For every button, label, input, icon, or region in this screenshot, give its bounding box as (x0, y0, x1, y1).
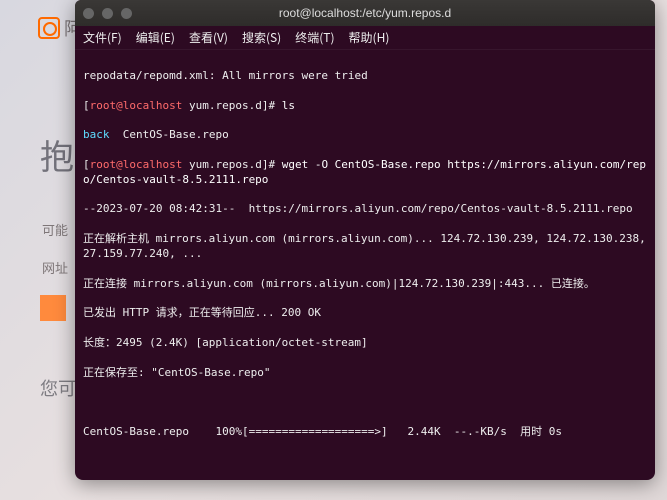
term-blank2 (83, 455, 647, 470)
titlebar[interactable]: root@localhost:/etc/yum.repos.d (75, 0, 655, 26)
term-prompt-ls: [root@localhost yum.repos.d]# ls (83, 99, 647, 114)
term-prompt-wget: [root@localhost yum.repos.d]# wget -O Ce… (83, 158, 647, 188)
term-connecting: 正在连接 mirrors.aliyun.com (mirrors.aliyun.… (83, 277, 647, 292)
menu-file[interactable]: 文件(F) (83, 29, 122, 46)
menu-edit[interactable]: 编辑(E) (136, 29, 175, 46)
bg-you-can: 您可 (40, 375, 76, 401)
term-request: 已发出 HTTP 请求，正在等待回应... 200 OK (83, 306, 647, 321)
term-line-repodata: repodata/repomd.xml: All mirrors were tr… (83, 69, 647, 84)
term-resolving: 正在解析主机 mirrors.aliyun.com (mirrors.aliyu… (83, 232, 647, 262)
terminal-window: root@localhost:/etc/yum.repos.d 文件(F) 编辑… (75, 0, 655, 480)
menu-terminal[interactable]: 终端(T) (295, 29, 334, 46)
menubar: 文件(F) 编辑(E) 查看(V) 搜索(S) 终端(T) 帮助(H) (75, 26, 655, 50)
close-icon[interactable] (83, 8, 94, 19)
term-saving: 正在保存至: "CentOS-Base.repo" (83, 366, 647, 381)
bg-label-maybe: 可能 (42, 220, 68, 239)
term-blank1 (83, 395, 647, 410)
window-title: root@localhost:/etc/yum.repos.d (279, 6, 451, 20)
bg-big-char: 抱 (40, 130, 74, 179)
menu-search[interactable]: 搜索(S) (242, 29, 281, 46)
term-ls-output: back CentOS-Base.repo (83, 128, 647, 143)
terminal-body[interactable]: repodata/repomd.xml: All mirrors were tr… (75, 50, 655, 480)
term-wget-ts: --2023-07-20 08:42:31-- https://mirrors.… (83, 202, 647, 217)
bg-orange-square (40, 295, 66, 321)
window-controls (83, 8, 132, 19)
bg-label-url: 网址 (42, 258, 68, 277)
term-length: 长度：2495 (2.4K) [application/octet-stream… (83, 336, 647, 351)
minimize-icon[interactable] (102, 8, 113, 19)
term-progress: CentOS-Base.repo 100%[==================… (83, 425, 647, 440)
maximize-icon[interactable] (121, 8, 132, 19)
aliyun-icon (38, 17, 60, 39)
menu-help[interactable]: 帮助(H) (349, 29, 390, 46)
menu-view[interactable]: 查看(V) (189, 29, 228, 46)
